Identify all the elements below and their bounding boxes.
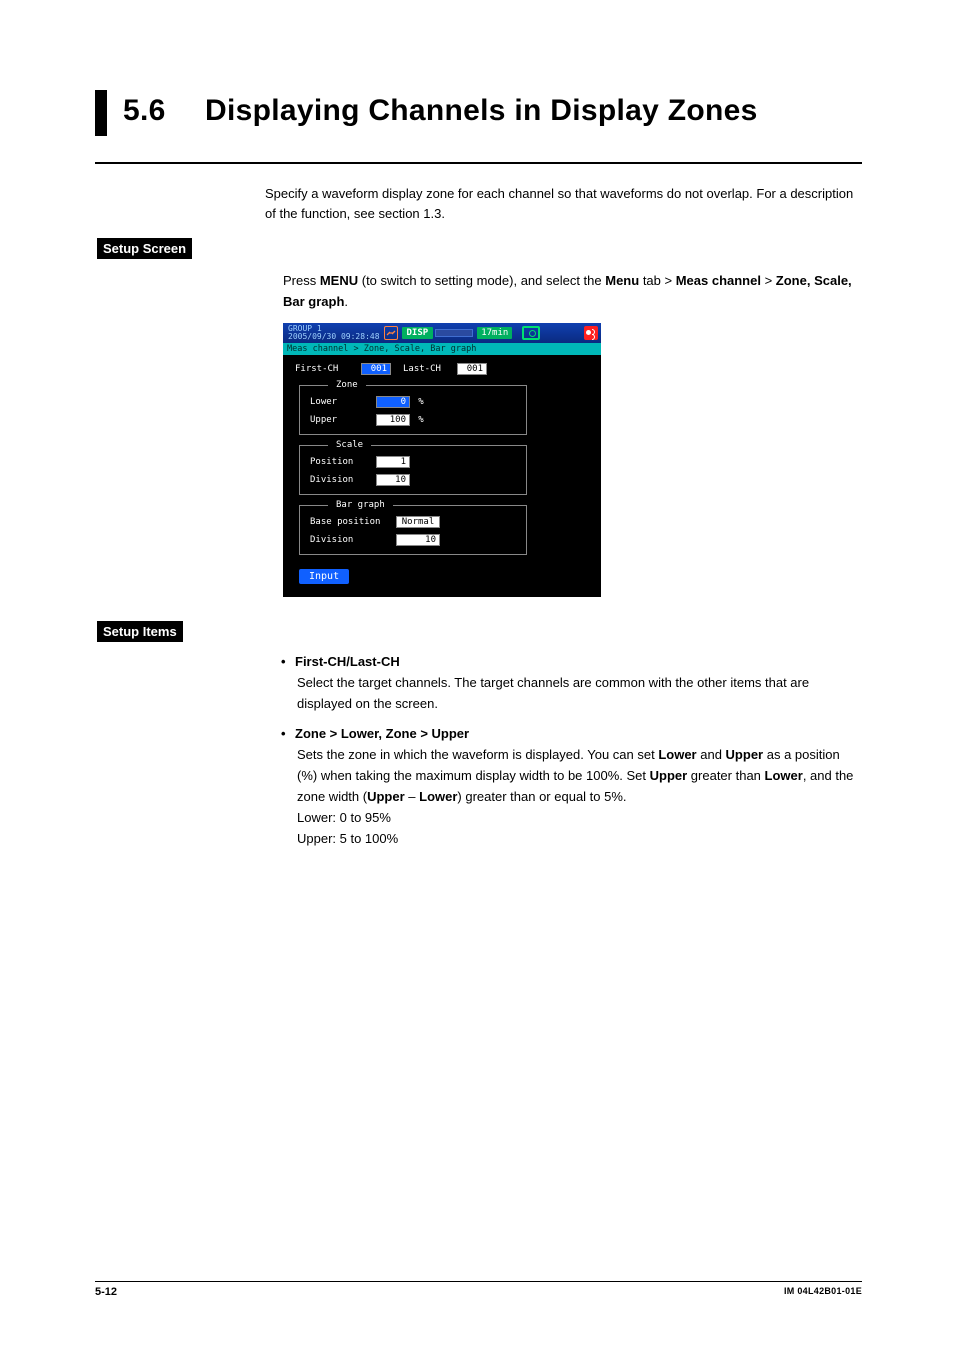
item-title-zone: Zone > Lower, Zone > Upper xyxy=(283,726,862,741)
zone-upper-range: Upper: 5 to 100% xyxy=(297,829,862,850)
scale-position-label: Position xyxy=(310,457,370,467)
screenshot-titlebar: GROUP 1 2005/09/30 09:28:48 DISP 17min xyxy=(283,323,601,343)
menu-key: MENU xyxy=(320,273,358,288)
setup-screen-tag: Setup Screen xyxy=(97,238,192,259)
progress-bar xyxy=(435,329,473,337)
scale-fieldset: Scale Position 1 Division 10 xyxy=(299,445,527,495)
bar-division-label: Division xyxy=(310,535,390,545)
page-number: 5-12 xyxy=(95,1286,117,1298)
section-title-row: 5.6Displaying Channels in Display Zones xyxy=(95,90,862,136)
device-screenshot: GROUP 1 2005/09/30 09:28:48 DISP 17min M… xyxy=(283,323,601,597)
scale-legend: Scale xyxy=(328,440,371,450)
percent-label-2: % xyxy=(416,415,426,425)
intro-paragraph: Specify a waveform display zone for each… xyxy=(265,184,862,224)
zone-upper-label: Upper xyxy=(310,415,370,425)
link-icon xyxy=(384,326,398,340)
bar-fieldset: Bar graph Base position Normal Division … xyxy=(299,505,527,555)
page-footer: 5-12 IM 04L42B01-01E xyxy=(95,1281,862,1298)
title-divider xyxy=(95,162,862,164)
camera-icon xyxy=(522,326,540,340)
breadcrumb: Meas channel > Zone, Scale, Bar graph xyxy=(283,343,601,355)
meas-channel: Meas channel xyxy=(676,273,761,288)
first-ch-field[interactable]: 001 xyxy=(361,363,391,375)
record-icon xyxy=(584,326,598,340)
zone-legend: Zone xyxy=(328,380,366,390)
bar-division-field[interactable]: 10 xyxy=(396,534,440,546)
section-number: 5.6 xyxy=(123,94,205,128)
section-title-text: Displaying Channels in Display Zones xyxy=(205,94,758,127)
item-first-last: First-CH/Last-CH Select the target chann… xyxy=(283,654,862,715)
ch-row: First-CH 001 Last-CH 001 xyxy=(295,363,591,375)
item-body-zone: Sets the zone in which the waveform is d… xyxy=(297,745,862,849)
first-ch-label: First-CH xyxy=(295,364,355,374)
disp-badge: DISP xyxy=(402,327,434,339)
bar-base-field[interactable]: Normal xyxy=(396,516,440,528)
zone-lower-field[interactable]: 0 xyxy=(376,396,410,408)
doc-id: IM 04L42B01-01E xyxy=(784,1286,862,1298)
menu-tab: Menu xyxy=(605,273,639,288)
input-button[interactable]: Input xyxy=(299,569,349,584)
section-title: 5.6Displaying Channels in Display Zones xyxy=(123,90,758,136)
screenshot-body: First-CH 001 Last-CH 001 Zone Lower 0 % … xyxy=(283,355,601,588)
item-title-first-last: First-CH/Last-CH xyxy=(283,654,862,669)
last-ch-label: Last-CH xyxy=(403,364,451,374)
interval-badge: 17min xyxy=(477,327,512,339)
item-body-first-last: Select the target channels. The target c… xyxy=(297,673,862,715)
datetime-label: 2005/09/30 09:28:48 xyxy=(288,333,380,341)
title-accent-bar xyxy=(95,90,107,136)
percent-label: % xyxy=(416,397,426,407)
bar-base-label: Base position xyxy=(310,517,390,527)
item-zone: Zone > Lower, Zone > Upper Sets the zone… xyxy=(283,726,862,849)
last-ch-field[interactable]: 001 xyxy=(457,363,487,375)
bar-legend: Bar graph xyxy=(328,500,393,510)
zone-fieldset: Zone Lower 0 % Upper 100 % xyxy=(299,385,527,435)
group-datetime: GROUP 1 2005/09/30 09:28:48 xyxy=(286,325,380,341)
scale-division-label: Division xyxy=(310,475,370,485)
setup-items-tag: Setup Items xyxy=(97,621,183,642)
zone-lower-label: Lower xyxy=(310,397,370,407)
zone-upper-field[interactable]: 100 xyxy=(376,414,410,426)
scale-position-field[interactable]: 1 xyxy=(376,456,410,468)
setup-screen-instructions: Press MENU (to switch to setting mode), … xyxy=(283,271,862,313)
zone-lower-range: Lower: 0 to 95% xyxy=(297,808,862,829)
scale-division-field[interactable]: 10 xyxy=(376,474,410,486)
